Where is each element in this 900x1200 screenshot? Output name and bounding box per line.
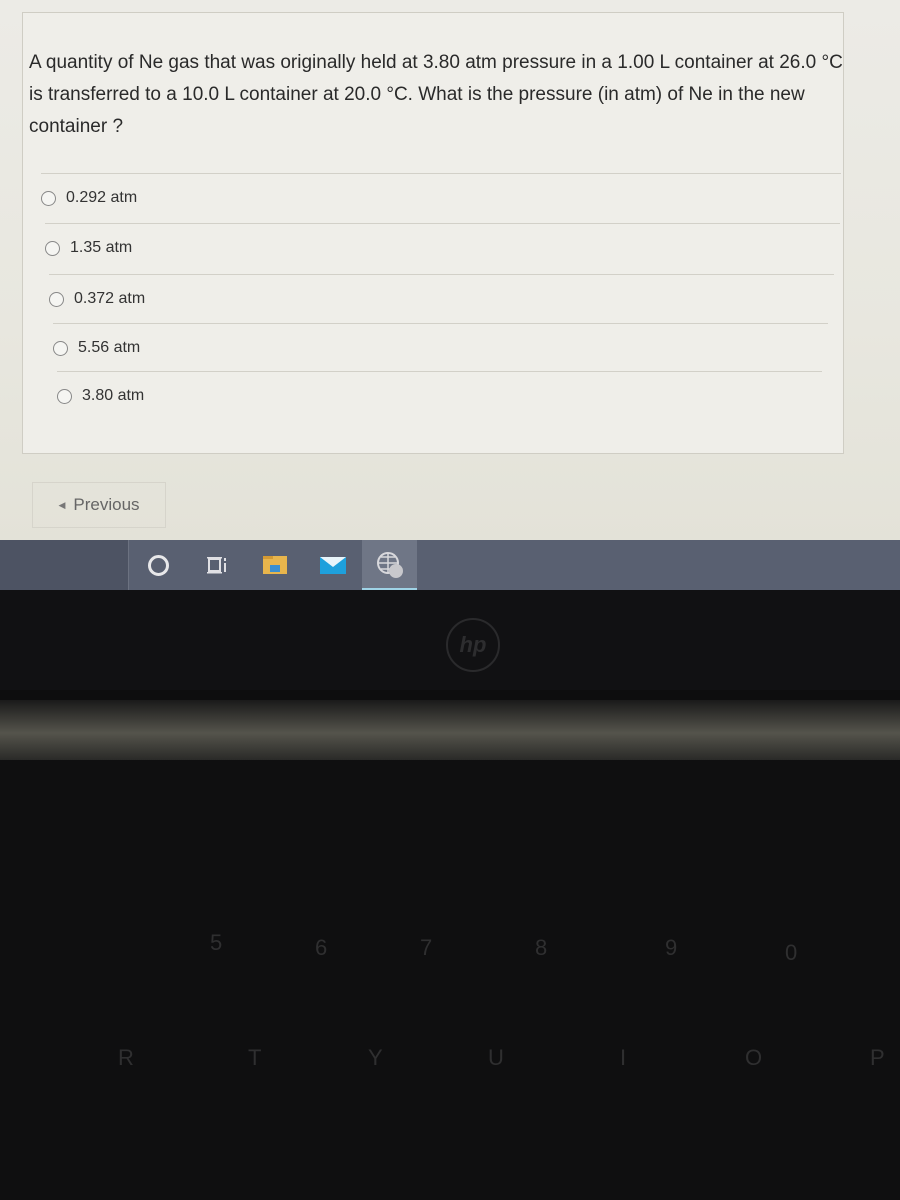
option-label: 0.372 atm [74,290,146,307]
key-7: 7 [420,935,433,960]
radio-button[interactable] [53,340,68,356]
radio-button[interactable] [41,190,56,206]
option-label: 1.35 atm [70,239,133,256]
file-explorer-icon[interactable] [260,550,290,580]
key-p: P [870,1045,885,1070]
key-t: T [248,1045,262,1070]
laptop-hinge [0,700,900,760]
option-1[interactable]: 0.292 atm [41,173,841,222]
option-label: 3.80 atm [82,387,145,404]
key-9: 9 [665,935,678,960]
key-y: Y [368,1045,383,1070]
key-i: I [620,1045,627,1070]
radio-button[interactable] [49,291,64,307]
key-r: R [118,1045,134,1070]
question-card: A quantity of Ne gas that was originally… [22,12,844,454]
option-label: 5.56 atm [78,339,141,356]
question-text: A quantity of Ne gas that was originally… [29,52,843,137]
key-u: U [488,1045,504,1070]
option-2[interactable]: 1.35 atm [45,223,840,272]
browser-globe-icon[interactable] [375,550,405,580]
caret-left-icon: ◀ [58,499,66,510]
key-5: 5 [210,930,223,955]
cortana-search-icon[interactable] [143,550,173,580]
previous-button[interactable]: ◀ Previous [32,482,166,528]
option-3[interactable]: 0.372 atm [49,274,834,323]
taskbar [0,540,900,590]
option-4[interactable]: 5.56 atm [53,323,828,372]
hp-logo: hp [446,618,500,672]
radio-button[interactable] [45,240,60,256]
radio-button[interactable] [57,388,72,404]
option-5[interactable]: 3.80 atm [57,371,822,420]
key-8: 8 [535,935,548,960]
previous-label: Previous [73,495,140,514]
browser-screen: A quantity of Ne gas that was originally… [0,0,900,545]
mail-icon[interactable] [318,550,348,580]
taskbar-search-area[interactable] [0,540,129,590]
keyboard: 5 6 7 8 9 0 R T Y U I O P [0,760,900,1200]
task-view-icon[interactable] [202,550,232,580]
option-label: 0.292 atm [66,189,138,206]
key-6: 6 [315,935,328,960]
key-0: 0 [785,940,798,965]
key-o: O [745,1045,763,1070]
